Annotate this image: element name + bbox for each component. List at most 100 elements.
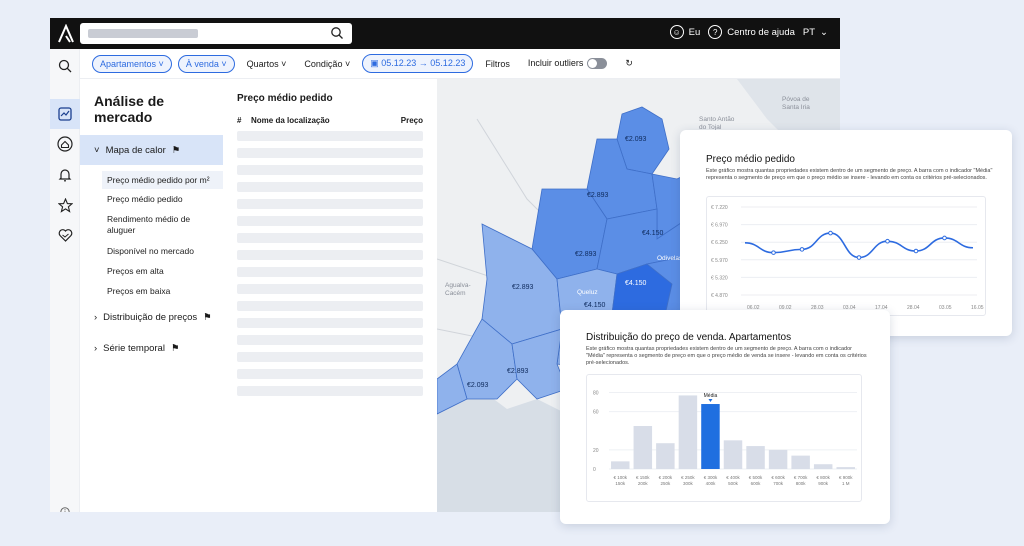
map-pin-icon: ⚑ bbox=[171, 144, 181, 156]
bar[interactable] bbox=[723, 440, 743, 469]
condition-filter[interactable]: Condição ˅ bbox=[298, 56, 356, 72]
table-row-placeholder bbox=[237, 284, 423, 294]
data-point[interactable] bbox=[771, 250, 776, 255]
data-point[interactable] bbox=[799, 247, 805, 252]
language-label: PT bbox=[802, 26, 816, 38]
brand-logo-icon[interactable] bbox=[56, 24, 76, 44]
mean-marker-icon bbox=[708, 399, 713, 403]
section-label: Mapa de calor bbox=[105, 144, 166, 156]
sidebar-group-price-distribution[interactable]: › Distribuição de preços ⚑ bbox=[94, 312, 212, 323]
outliers-toggle[interactable]: Incluir outliers bbox=[522, 55, 614, 72]
bar[interactable] bbox=[611, 461, 630, 469]
chevron-right-icon: › bbox=[94, 312, 98, 323]
sidebar-section-heat-map[interactable]: ˅ Mapa de calor ⚑ bbox=[80, 135, 223, 165]
y-tick-label: 60 bbox=[593, 410, 599, 416]
bar[interactable] bbox=[633, 426, 653, 469]
data-point[interactable] bbox=[942, 235, 947, 241]
bar[interactable] bbox=[791, 455, 810, 469]
x-tick-label: 800k bbox=[796, 481, 807, 486]
data-point[interactable] bbox=[856, 255, 862, 260]
x-tick-label: 1 M bbox=[842, 481, 850, 486]
outliers-label: Incluir outliers bbox=[527, 57, 584, 68]
column-price[interactable]: Preço bbox=[401, 116, 423, 125]
x-tick-label: € 500k bbox=[749, 475, 763, 480]
user-menu[interactable]: ☺ Eu bbox=[669, 25, 701, 39]
market-analysis-icon[interactable] bbox=[50, 99, 80, 129]
data-point[interactable] bbox=[913, 248, 919, 254]
operation-filter[interactable]: À venda ˅ bbox=[177, 54, 235, 73]
bar[interactable] bbox=[746, 446, 765, 469]
bell-icon[interactable] bbox=[56, 166, 74, 184]
bar-chart[interactable]: 80 60 20 0 € 100k150k € 150k200k € 200k250k € 2… bbox=[587, 375, 861, 501]
table-row-placeholder bbox=[237, 301, 423, 311]
star-icon[interactable] bbox=[56, 196, 74, 214]
line-chart[interactable]: € 7.220 € 6.970 € 6.250 € 5.970 € 5.320 € 4.8… bbox=[707, 197, 985, 315]
bar[interactable] bbox=[836, 467, 855, 469]
y-tick-label: € 5.320 bbox=[711, 275, 728, 281]
handshake-heart-icon[interactable] bbox=[56, 226, 74, 244]
bar[interactable] bbox=[768, 449, 788, 469]
x-tick-label: € 250k bbox=[681, 475, 695, 480]
search-icon[interactable] bbox=[56, 57, 74, 75]
toggle-switch[interactable] bbox=[587, 58, 608, 70]
table-row-placeholder bbox=[237, 386, 423, 396]
table-row-placeholder bbox=[237, 335, 423, 345]
map-region-value: €4.150 bbox=[584, 302, 606, 309]
table-row-placeholder bbox=[237, 165, 423, 175]
sidebar-item-available[interactable]: Disponível no mercado bbox=[107, 246, 194, 256]
x-tick-label: 150k bbox=[615, 481, 626, 486]
help-icon: ? bbox=[708, 25, 723, 39]
refresh-icon[interactable]: ↻ bbox=[619, 55, 639, 72]
search-value-redacted bbox=[88, 29, 198, 38]
bar[interactable] bbox=[813, 464, 833, 469]
table-row-placeholder bbox=[237, 369, 423, 379]
date-range-filter[interactable]: ▣ 05.12.23 → 05.12.23 bbox=[362, 54, 474, 73]
filters-button[interactable]: Filtros bbox=[479, 56, 516, 72]
table-row-placeholder bbox=[237, 216, 423, 226]
user-icon: ☺ bbox=[669, 25, 684, 39]
help-label: Centro de ajuda bbox=[727, 26, 795, 38]
user-label: Eu bbox=[688, 26, 701, 38]
operation-label: À venda bbox=[185, 58, 219, 69]
x-tick-label: 03.05 bbox=[939, 305, 952, 311]
map-place-label: Póvoa de bbox=[782, 96, 810, 103]
home-valuation-icon[interactable] bbox=[56, 135, 74, 153]
sidebar-group-time-series[interactable]: › Série temporal ⚑ bbox=[94, 343, 179, 354]
sidebar-item-rental-yield[interactable]: Rendimento médio de aluguer bbox=[107, 214, 217, 236]
bar[interactable] bbox=[678, 395, 698, 469]
chevron-down-icon: ⌄ bbox=[820, 26, 828, 38]
avg-price-line-card: Preço médio pedido Este gráfico mostra q… bbox=[680, 130, 1012, 336]
language-selector[interactable]: PT ⌄ bbox=[803, 27, 828, 38]
page-title: Análise de mercado bbox=[94, 93, 165, 125]
table-row-placeholder bbox=[237, 352, 423, 362]
x-tick-label: € 800k bbox=[816, 475, 830, 480]
property-type-filter[interactable]: Apartamentos ˅ bbox=[92, 54, 172, 73]
sidebar-item-prices-down[interactable]: Preços em baixa bbox=[107, 286, 170, 296]
table-row-placeholder bbox=[237, 318, 423, 328]
data-point[interactable] bbox=[828, 230, 833, 236]
list-title: Preço médio pedido bbox=[237, 93, 333, 104]
bar-mean[interactable] bbox=[701, 404, 720, 469]
search-input[interactable] bbox=[80, 23, 352, 44]
table-row-placeholder bbox=[237, 199, 423, 209]
info-icon[interactable] bbox=[56, 503, 74, 512]
sidebar-navigation: Análise de mercado ˅ Mapa de calor ⚑ Pre… bbox=[80, 79, 223, 512]
x-tick-label: 28.04 bbox=[907, 305, 920, 311]
sidebar-item-avg-price[interactable]: Preço médio pedido bbox=[107, 194, 183, 204]
column-location-name[interactable]: Nome da localização bbox=[251, 116, 401, 125]
x-tick-label: 500k bbox=[728, 481, 739, 486]
x-tick-label: 16.05 bbox=[971, 305, 984, 311]
help-center-link[interactable]: ? Centro de ajuda bbox=[708, 25, 795, 39]
table-row-placeholder bbox=[237, 250, 423, 260]
bar[interactable] bbox=[656, 443, 675, 469]
sidebar-item-price-per-m2[interactable]: Preço médio pedido por m² bbox=[102, 171, 223, 189]
search-icon[interactable] bbox=[330, 26, 344, 40]
sidebar-item-prices-up[interactable]: Preços em alta bbox=[107, 266, 164, 276]
rooms-filter[interactable]: Quartos ˅ bbox=[241, 56, 293, 72]
data-point[interactable] bbox=[885, 238, 890, 244]
location-list-panel: Preço médio pedido # Nome da localização… bbox=[223, 79, 437, 512]
chevron-down-icon: ˅ bbox=[94, 144, 100, 156]
map-place-label: Queluz bbox=[577, 289, 598, 296]
mean-label: Média bbox=[704, 393, 718, 399]
x-tick-label: € 600k bbox=[771, 475, 785, 480]
